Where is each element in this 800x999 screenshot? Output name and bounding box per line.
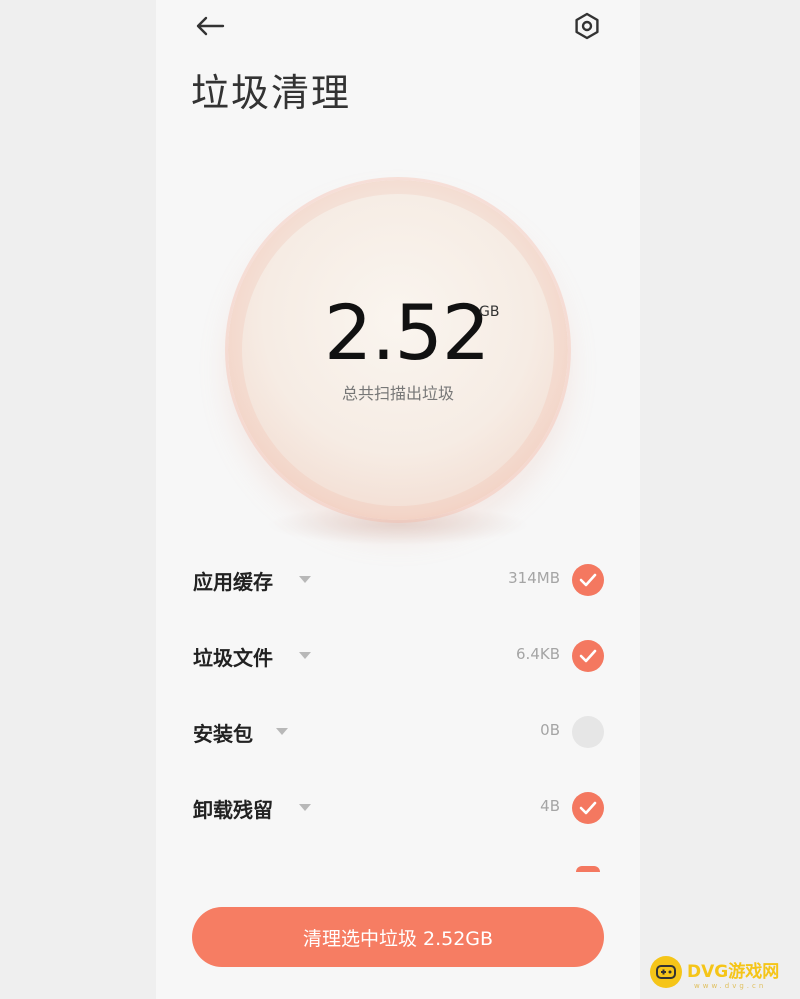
category-row-app-cache[interactable]: 应用缓存 314MB xyxy=(156,542,640,618)
watermark-sub: www.dvg.cn xyxy=(694,982,767,990)
arrow-left-icon xyxy=(196,16,225,36)
category-label: 垃圾文件 xyxy=(193,646,273,670)
category-checkbox[interactable] xyxy=(572,716,604,748)
category-size: 4B xyxy=(540,797,560,815)
chevron-down-icon[interactable] xyxy=(276,728,288,735)
category-checkbox[interactable] xyxy=(572,792,604,824)
category-size: 0B xyxy=(540,721,560,739)
category-row-uninstall-residue[interactable]: 卸载残留 4B xyxy=(156,770,640,846)
chevron-down-icon[interactable] xyxy=(299,576,311,583)
category-label: 应用缓存 xyxy=(193,570,273,594)
settings-button[interactable] xyxy=(569,8,605,44)
checkmark-icon xyxy=(579,801,597,815)
total-junk-unit: GB xyxy=(479,304,500,320)
phone-screen: 垃圾清理 2.52 GB 总共扫描出垃圾 应用缓存 314MB 垃圾文件 6.4… xyxy=(156,0,640,999)
category-checkbox[interactable] xyxy=(572,640,604,672)
partial-checkbox-next-row[interactable] xyxy=(576,866,600,872)
category-label: 安装包 xyxy=(193,722,253,746)
gamepad-logo-icon xyxy=(650,956,682,988)
category-checkbox[interactable] xyxy=(572,564,604,596)
clean-selected-button[interactable]: 清理选中垃圾 2.52GB xyxy=(192,907,604,967)
checkmark-icon xyxy=(579,649,597,663)
category-size: 314MB xyxy=(508,569,560,587)
chevron-down-icon[interactable] xyxy=(299,804,311,811)
category-row-junk-files[interactable]: 垃圾文件 6.4KB xyxy=(156,618,640,694)
total-junk-size: 2.52 xyxy=(324,288,490,377)
category-label: 卸载残留 xyxy=(193,798,273,822)
category-size: 6.4KB xyxy=(516,645,560,663)
checkmark-icon xyxy=(579,573,597,587)
watermark-text: DVG游戏网 xyxy=(687,961,780,982)
category-row-install-packages[interactable]: 安装包 0B xyxy=(156,694,640,770)
watermark: DVG游戏网 www.dvg.cn xyxy=(650,953,794,991)
chevron-down-icon[interactable] xyxy=(299,652,311,659)
page-title: 垃圾清理 xyxy=(191,71,352,115)
settings-hexagon-icon xyxy=(575,12,599,40)
scan-caption: 总共扫描出垃圾 xyxy=(341,384,454,403)
back-button[interactable] xyxy=(192,8,228,44)
